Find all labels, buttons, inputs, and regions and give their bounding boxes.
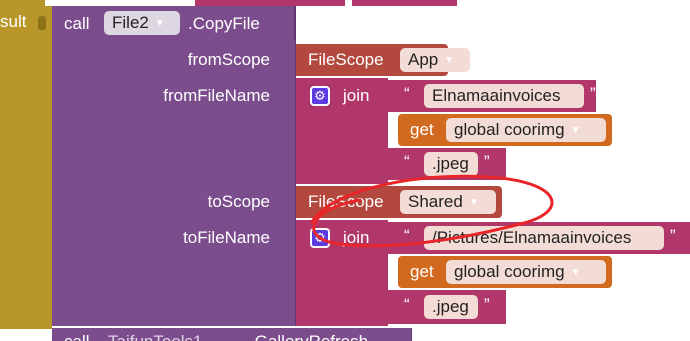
red-ellipse-annotation <box>310 174 554 248</box>
